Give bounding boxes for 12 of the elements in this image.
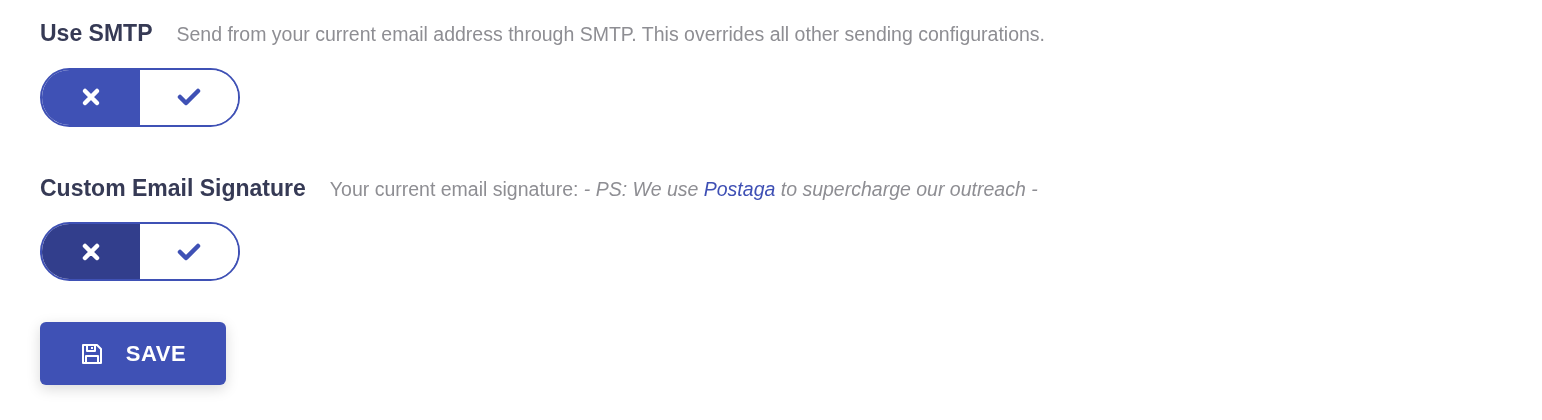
save-button[interactable]: SAVE: [40, 322, 226, 385]
toggle-off-button[interactable]: [42, 69, 140, 125]
close-icon: [81, 241, 101, 262]
setting-title: Custom Email Signature: [40, 173, 306, 203]
setting-description: Your current email signature: - PS: We use Postaga to supercharge our outreach -: [329, 176, 1038, 202]
setting-description: Send from your current email address through SMTP. This overrides all other sending configurations.: [176, 22, 1046, 47]
toggle-off-button[interactable]: [42, 224, 140, 279]
setting-title: Use SMTP: [40, 19, 153, 48]
link[interactable]: Postaga: [703, 177, 776, 200]
close-icon: [81, 87, 101, 107]
check-icon: [177, 87, 201, 107]
check-icon: [177, 241, 201, 262]
